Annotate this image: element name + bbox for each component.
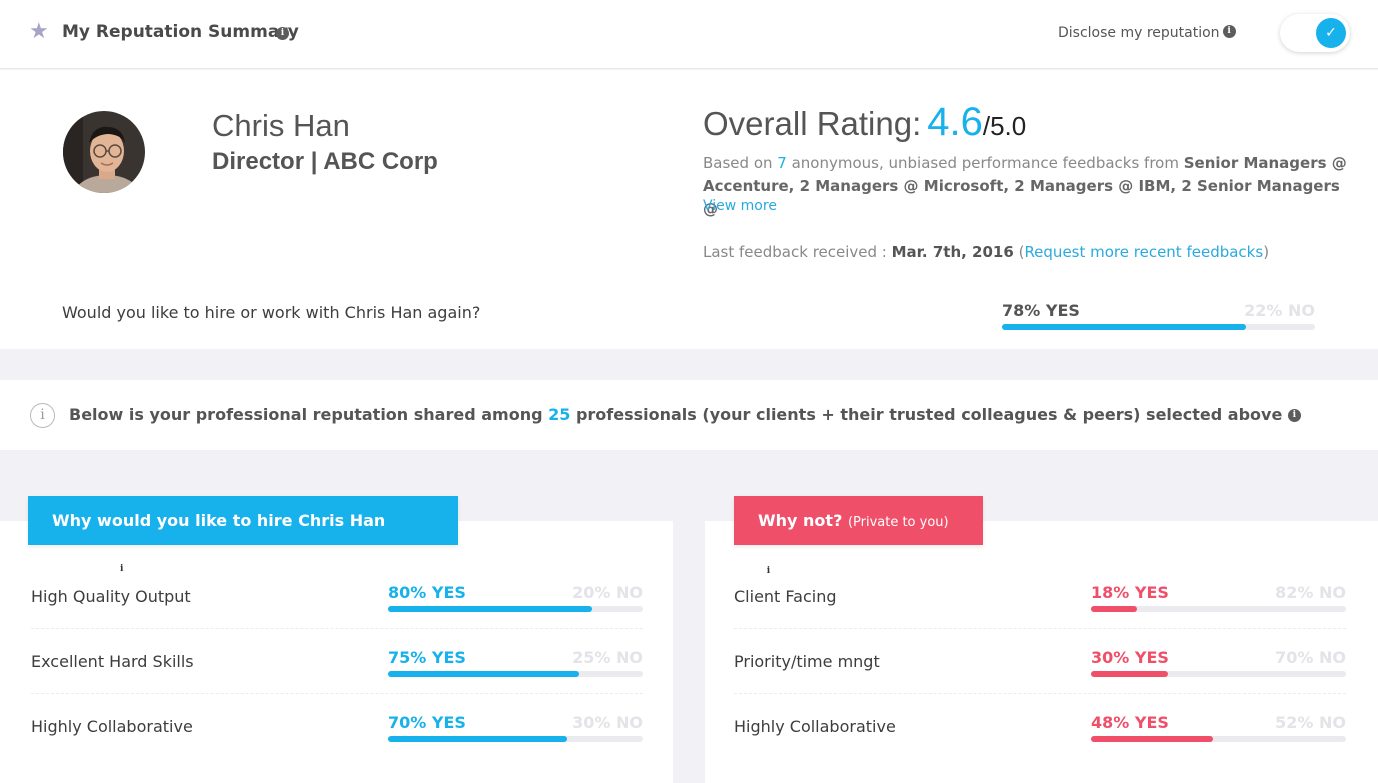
request-feedback-link[interactable]: Request more recent feedbacks <box>1024 243 1263 261</box>
disclose-text: Disclose my reputation <box>1058 25 1220 41</box>
no-percent-label: 82% NO <box>1275 583 1346 602</box>
info-icon[interactable]: i <box>1222 25 1236 38</box>
no-percent-label: 25% NO <box>572 648 643 667</box>
rating-row-label: High Quality Output <box>31 587 191 606</box>
view-more-link[interactable]: View more <box>703 198 777 214</box>
rehire-progress-fill <box>1002 324 1247 330</box>
rating-progress-bar <box>388 606 643 612</box>
yes-percent-label: 75% YES <box>388 648 466 667</box>
profile-name: Chris Han <box>212 108 350 143</box>
star-icon: ★ <box>29 19 49 44</box>
rating-row-label: Excellent Hard Skills <box>31 652 194 671</box>
yes-percent-label: 80% YES <box>388 583 466 602</box>
yes-percent-label: 18% YES <box>1091 583 1169 602</box>
info-icon[interactable]: i <box>276 27 289 40</box>
feedback-summary: Based on 7 anonymous, unbiased performan… <box>703 152 1353 221</box>
professional-count: 25 <box>548 405 571 424</box>
why-not-card-title: Why not? (Private to you) i <box>734 496 983 578</box>
yes-percent-label: 48% YES <box>1091 713 1169 732</box>
rating-progress-fill <box>388 736 567 742</box>
header-bar: ★ My Reputation Summary i Disclose my re… <box>0 0 1378 69</box>
last-feedback-date: Mar. 7th, 2016 <box>891 243 1014 261</box>
profile-role: Director | ABC Corp <box>212 148 438 175</box>
disclose-toggle[interactable]: ✓ <box>1280 14 1350 52</box>
info-icon[interactable]: i <box>115 563 129 576</box>
why-not-title-text: Why not? <box>758 511 843 530</box>
rating-progress-bar <box>1091 606 1346 612</box>
rating-progress-bar <box>388 736 643 742</box>
rating-progress-fill <box>1091 671 1168 677</box>
info-circle-icon: i <box>30 403 55 428</box>
rating-progress-bar <box>1091 736 1346 742</box>
based-mid: anonymous, unbiased performance feedback… <box>786 154 1184 172</box>
yes-percent-label: 70% YES <box>388 713 466 732</box>
row-divider <box>31 693 643 694</box>
profile-section: Chris Han Director | ABC Corp Overall Ra… <box>0 70 1378 349</box>
yes-percent-label: 30% YES <box>1091 648 1169 667</box>
rehire-progress <box>1002 324 1315 330</box>
row-divider <box>734 628 1346 629</box>
rating-row-label: Priority/time mngt <box>734 652 880 671</box>
notice-suffix: professionals (your clients + their trus… <box>570 405 1283 424</box>
notice-text: Below is your professional reputation sh… <box>69 405 1301 424</box>
info-icon[interactable]: i <box>762 565 775 578</box>
rating-row-label: Client Facing <box>734 587 837 606</box>
rating-progress-fill <box>388 606 592 612</box>
no-percent-label: 30% NO <box>572 713 643 732</box>
why-not-title-note: (Private to you) <box>847 515 949 530</box>
page-title: My Reputation Summary <box>62 22 299 42</box>
info-icon[interactable]: i <box>1287 409 1301 422</box>
rating-row-label: Highly Collaborative <box>31 717 193 736</box>
rating-row-label: Highly Collaborative <box>734 717 896 736</box>
disclose-label: Disclose my reputation i <box>1058 25 1236 41</box>
feedback-count: 7 <box>777 154 787 172</box>
rating-label: Overall Rating: <box>703 105 922 142</box>
rating-progress-bar <box>1091 671 1346 677</box>
check-icon: ✓ <box>1316 18 1346 48</box>
rehire-yes-label: 78% YES <box>1002 301 1080 320</box>
last-feedback-label: Last feedback received : <box>703 243 892 261</box>
avatar <box>63 111 145 193</box>
rating-progress-fill <box>1091 736 1214 742</box>
last-feedback: Last feedback received : Mar. 7th, 2016 … <box>703 243 1270 261</box>
rehire-no-label: 22% NO <box>1244 301 1315 320</box>
notice-prefix: Below is your professional reputation sh… <box>69 405 549 424</box>
no-percent-label: 52% NO <box>1275 713 1346 732</box>
rating-progress-fill <box>1091 606 1137 612</box>
why-card-title: Why would you like to hire Chris Han aga… <box>28 496 458 579</box>
row-divider <box>734 693 1346 694</box>
rating-max: /5.0 <box>982 111 1027 141</box>
no-percent-label: 70% NO <box>1275 648 1346 667</box>
no-percent-label: 20% NO <box>572 583 643 602</box>
based-prefix: Based on <box>703 154 778 172</box>
rating-progress-bar <box>388 671 643 677</box>
rehire-question: Would you like to hire or work with Chri… <box>62 303 481 322</box>
rating-progress-fill <box>388 671 580 677</box>
overall-rating: Overall Rating: 4.6/5.0 <box>703 100 1026 145</box>
reputation-notice: i Below is your professional reputation … <box>0 380 1378 450</box>
row-divider <box>31 628 643 629</box>
rating-value: 4.6 <box>927 100 983 144</box>
